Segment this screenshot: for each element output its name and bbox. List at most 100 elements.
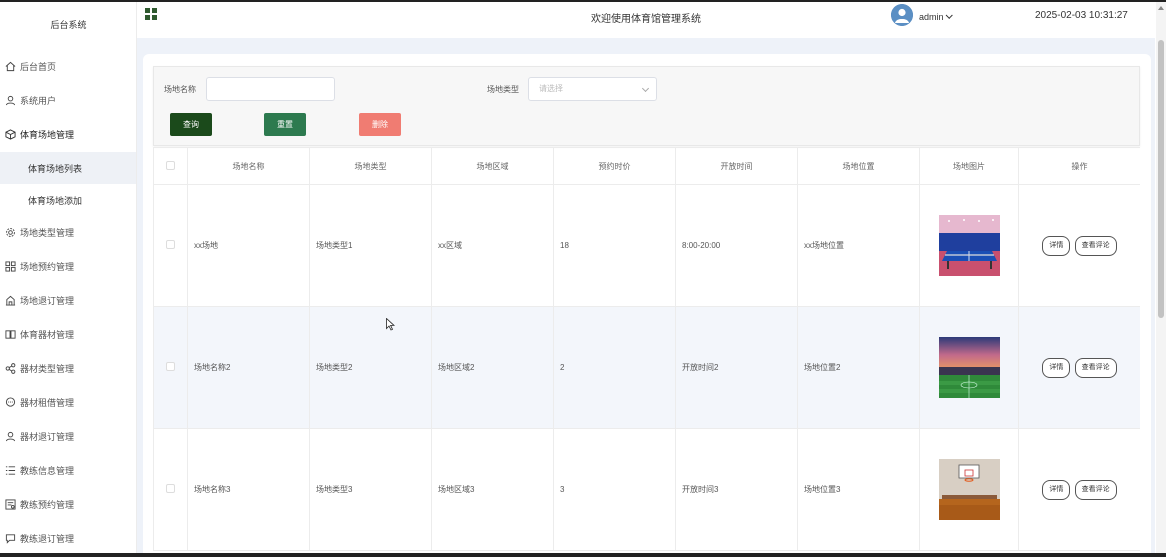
cell-price: 18 [553, 184, 676, 307]
sidebar-item-venue-cancel[interactable]: 场地退订管理 [0, 284, 136, 316]
venue-type-label: 场地类型 [487, 85, 519, 94]
gear-icon [4, 226, 16, 238]
username: admin [919, 12, 944, 22]
row-check-cell [153, 428, 188, 551]
cell-type: 场地类型3 [309, 428, 432, 551]
sidebar-item-home[interactable]: 后台首页 [0, 50, 136, 82]
column-header: 开放时间 [675, 147, 798, 185]
sidebar-item-venue-booking[interactable]: 场地预约管理 [0, 250, 136, 282]
sidebar: 后台系统 后台首页 系统用户 体育场地管理 体育场地列表 体育场地添加 场地类型… [0, 2, 137, 553]
delete-button[interactable]: 删除 [359, 113, 401, 136]
sidebar-item-label: 系统用户 [20, 95, 57, 106]
window-bottom-border [0, 553, 1166, 557]
sidebar-item-label: 体育场地管理 [20, 129, 75, 140]
column-header: 预约时价 [553, 147, 676, 185]
cell-type: 场地类型1 [309, 184, 432, 307]
chat-icon [4, 396, 16, 408]
mouse-pointer-icon [386, 317, 396, 334]
venue-type-placeholder: 请选择 [539, 84, 563, 93]
row-checkbox[interactable] [166, 240, 175, 249]
sidebar-item-coach-cancel[interactable]: 教练退订管理 [0, 522, 136, 554]
cell-price: 2 [553, 306, 676, 429]
cell-area: 场地区域2 [431, 306, 554, 429]
sidebar-item-label: 器材退订管理 [20, 431, 75, 442]
view-reviews-button[interactable]: 查看评论 [1074, 235, 1117, 256]
select-all-checkbox[interactable] [166, 160, 175, 170]
cell-name: 场地名称3 [187, 428, 310, 551]
sidebar-item-system-users[interactable]: 系统用户 [0, 84, 136, 116]
sidebar-item-equipment-type[interactable]: 器材类型管理 [0, 352, 136, 384]
grid-icon [4, 260, 16, 272]
search-form: 场地名称 场地类型 请选择 查询 重置 删除 [153, 66, 1140, 146]
indoor-basketball-court-image[interactable] [938, 459, 1000, 520]
column-header: 场地图片 [919, 147, 1019, 185]
reset-button[interactable]: 重置 [264, 113, 306, 136]
cell-open-time: 开放时间2 [675, 306, 798, 429]
sidebar-item-venue-add[interactable]: 体育场地添加 [0, 184, 136, 216]
column-header: 场地位置 [797, 147, 920, 185]
sidebar-item-label: 体育场地列表 [28, 163, 83, 174]
venue-table: 场地名称 场地类型 场地区域 预约时价 开放时间 场地位置 场地图片 操作 xx… [153, 147, 1140, 553]
cell-area: xx区域 [431, 184, 554, 307]
column-header: 场地类型 [309, 147, 432, 185]
table-header-row: 场地名称 场地类型 场地区域 预约时价 开放时间 场地位置 场地图片 操作 [153, 147, 1140, 185]
cell-type: 场地类型2 [309, 306, 432, 429]
user-menu[interactable]: admin [919, 11, 953, 22]
book-icon [4, 328, 16, 340]
sidebar-item-venue-management[interactable]: 体育场地管理 [0, 118, 136, 150]
top-header: 欢迎使用体育馆管理系统 admin 2025-02-03 10:31:27 [137, 2, 1155, 38]
form-icon [4, 498, 16, 510]
football-stadium-image[interactable] [938, 337, 1000, 398]
view-reviews-button[interactable]: 查看评论 [1074, 357, 1117, 378]
row-checkbox[interactable] [166, 362, 175, 371]
row-check-cell [153, 184, 188, 307]
sidebar-item-equipment-rental[interactable]: 器材租借管理 [0, 386, 136, 418]
row-checkbox[interactable] [166, 484, 175, 493]
cell-image [919, 306, 1019, 429]
cube-icon [4, 128, 16, 140]
avatar[interactable] [891, 4, 913, 26]
user-icon [4, 430, 16, 442]
cell-name: 场地名称2 [187, 306, 310, 429]
chat-icon [4, 532, 16, 544]
page-scrollbar[interactable] [1156, 2, 1166, 553]
cell-name: xx场地 [187, 184, 310, 307]
sidebar-item-equipment-cancel[interactable]: 器材退订管理 [0, 420, 136, 452]
table-row: 场地名称2 场地类型2 场地区域2 2 开放时间2 场地位置2 详情 查看评论 [153, 306, 1140, 429]
sidebar-item-equipment[interactable]: 体育器材管理 [0, 318, 136, 350]
detail-button[interactable]: 详情 [1042, 357, 1071, 378]
venue-name-input[interactable] [206, 77, 335, 101]
list-icon [4, 464, 16, 476]
detail-button[interactable]: 详情 [1042, 235, 1071, 256]
sidebar-item-label: 场地退订管理 [20, 295, 75, 306]
table-tennis-court-image[interactable] [938, 215, 1000, 276]
column-header: 操作 [1018, 147, 1140, 185]
sidebar-item-coach-booking[interactable]: 教练预约管理 [0, 488, 136, 520]
column-header: 场地区域 [431, 147, 554, 185]
cell-location: 场地位置3 [797, 428, 920, 551]
cell-image [919, 184, 1019, 307]
row-check-cell [153, 306, 188, 429]
table-row: 场地名称3 场地类型3 场地区域3 3 开放时间3 场地位置3 详情 查看评论 [153, 428, 1140, 551]
view-reviews-button[interactable]: 查看评论 [1074, 479, 1117, 500]
scroll-up-arrow-icon[interactable] [1158, 6, 1164, 10]
sidebar-item-label: 体育场地添加 [28, 195, 83, 206]
venue-type-select[interactable]: 请选择 [528, 77, 657, 101]
sidebar-item-coach-info[interactable]: 教练信息管理 [0, 454, 136, 486]
sidebar-item-venue-list[interactable]: 体育场地列表 [0, 152, 136, 184]
home-icon [4, 60, 16, 72]
query-button[interactable]: 查询 [170, 113, 212, 136]
sidebar-item-label: 教练预约管理 [20, 499, 75, 510]
table-row: xx场地 场地类型1 xx区域 18 8:00-20:00 xx场地位置 详情 … [153, 184, 1140, 307]
sidebar-item-label: 教练信息管理 [20, 465, 75, 476]
sidebar-item-label: 后台首页 [20, 61, 57, 72]
sidebar-item-venue-type[interactable]: 场地类型管理 [0, 216, 136, 248]
column-header: 场地名称 [187, 147, 310, 185]
detail-button[interactable]: 详情 [1042, 479, 1071, 500]
scrollbar-thumb[interactable] [1158, 40, 1164, 318]
sidebar-item-label: 场地类型管理 [20, 227, 75, 238]
cell-location: 场地位置2 [797, 306, 920, 429]
cell-actions: 详情 查看评论 [1018, 184, 1140, 307]
building-icon [4, 294, 16, 306]
select-all-cell [153, 147, 188, 185]
